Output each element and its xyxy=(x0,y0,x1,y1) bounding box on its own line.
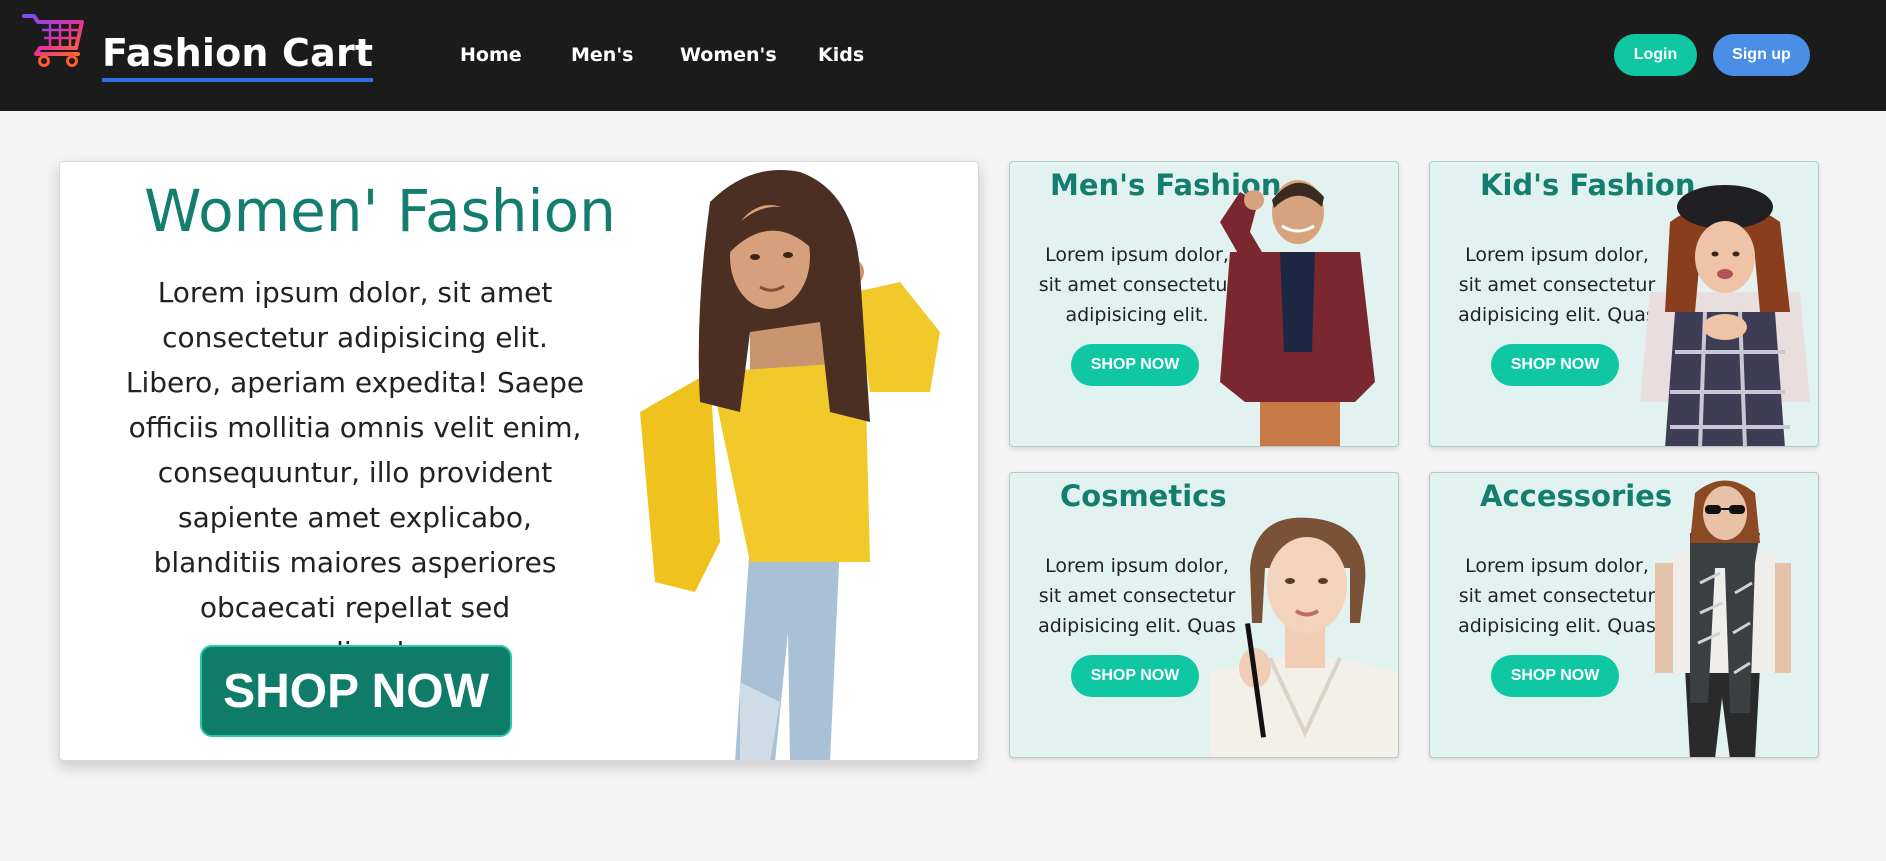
man-model-image xyxy=(1220,180,1375,446)
nav-link-mens[interactable]: Men's xyxy=(571,44,633,66)
category-card-accessories: Accessories Lorem ipsum dolor, sit amet … xyxy=(1429,472,1819,758)
hero-card-womens-fashion: Women' Fashion Lorem ipsum dolor, sit am… xyxy=(59,161,979,761)
category-card-kids-fashion: Kid's Fashion Lorem ipsum dolor, sit ame… xyxy=(1429,161,1819,447)
card-title: Cosmetics xyxy=(1060,479,1227,513)
nav-link-home[interactable]: Home xyxy=(460,44,522,66)
shopping-cart-icon[interactable] xyxy=(22,12,86,68)
accessories-model-image xyxy=(1655,480,1791,757)
hero-shop-now-button[interactable]: SHOP NOW xyxy=(200,645,512,737)
hero-description: Lorem ipsum dolor, sit amet consectetur … xyxy=(125,276,585,669)
mens-shop-now-button[interactable]: SHOP NOW xyxy=(1071,344,1199,386)
kids-shop-now-button[interactable]: SHOP NOW xyxy=(1491,344,1619,386)
woman-model-image xyxy=(640,170,940,760)
nav-link-kids[interactable]: Kids xyxy=(818,44,864,66)
top-navbar: Fashion Cart Home Men's Women's Kids Log… xyxy=(0,0,1886,111)
cosmetics-shop-now-button[interactable]: SHOP NOW xyxy=(1071,655,1199,697)
accessories-shop-now-button[interactable]: SHOP NOW xyxy=(1491,655,1619,697)
brand-logo-text[interactable]: Fashion Cart xyxy=(102,31,374,82)
category-card-cosmetics: Cosmetics Lorem ipsum dolor, sit amet co… xyxy=(1009,472,1399,758)
nav-link-womens[interactable]: Women's xyxy=(680,44,777,66)
kid-model-image xyxy=(1640,185,1810,446)
login-button[interactable]: Login xyxy=(1614,34,1697,76)
category-card-mens-fashion: Men's Fashion Lorem ipsum dolor, sit ame… xyxy=(1009,161,1399,447)
signup-button[interactable]: Sign up xyxy=(1713,34,1810,76)
cosmetics-model-image xyxy=(1210,517,1398,757)
